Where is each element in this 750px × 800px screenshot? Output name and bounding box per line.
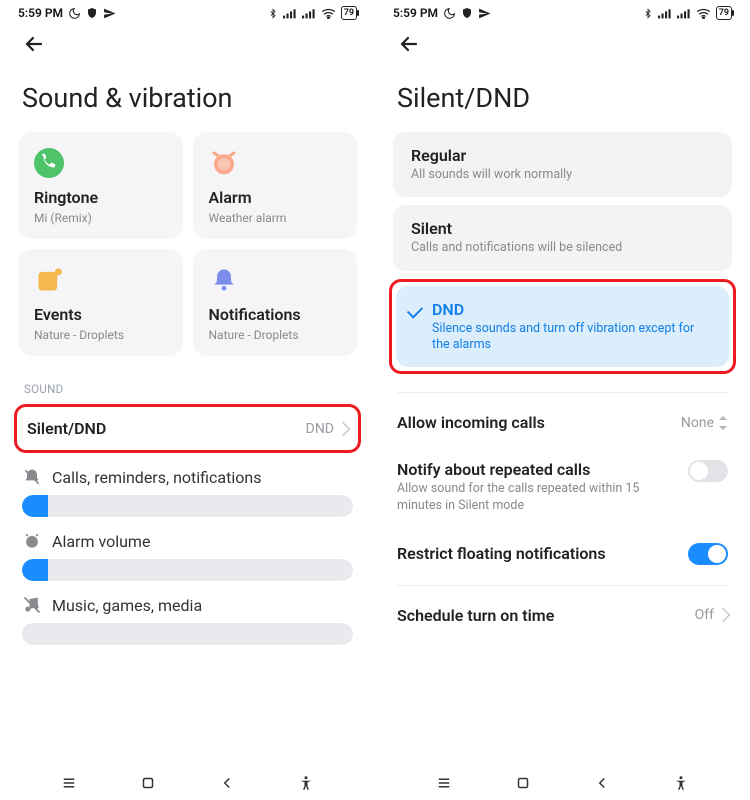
bell-mute-icon <box>22 467 42 487</box>
slider-track[interactable] <box>22 559 353 581</box>
row-restrict-floating[interactable]: Restrict floating notifications <box>375 529 750 579</box>
moon-icon <box>68 7 81 20</box>
slider-alarm[interactable]: Alarm volume <box>0 523 375 587</box>
tile-label: Alarm <box>209 188 342 207</box>
tile-notifications[interactable]: Notifications Nature - Droplets <box>193 249 358 356</box>
row-value: None <box>681 415 714 431</box>
option-title: Silent <box>411 219 714 238</box>
tile-sub: Nature - Droplets <box>209 328 342 342</box>
row-notify-repeated-calls[interactable]: Notify about repeated calls Allow sound … <box>375 446 750 529</box>
page-title: Sound & vibration <box>0 60 375 132</box>
option-title: Regular <box>411 146 714 165</box>
battery-indicator: 79 <box>341 6 357 20</box>
row-title: Silent/DND <box>27 419 106 438</box>
slider-calls[interactable]: Calls, reminders, notifications <box>0 459 375 523</box>
row-value: Off <box>695 607 714 623</box>
row-value: DND <box>306 421 334 437</box>
tile-label: Notifications <box>209 305 342 324</box>
nav-accessibility-icon[interactable] <box>297 774 315 792</box>
phone-icon <box>34 148 64 178</box>
system-nav-bar <box>375 764 750 800</box>
shield-icon <box>461 7 473 19</box>
wifi-icon <box>696 7 711 19</box>
slider-label: Music, games, media <box>52 596 202 615</box>
slider-track[interactable] <box>22 623 353 645</box>
divider <box>397 585 728 586</box>
option-regular[interactable]: Regular All sounds will work normally <box>393 132 732 197</box>
row-allow-incoming-calls[interactable]: Allow incoming calls None <box>375 399 750 446</box>
screen-silent-dnd: 5:59 PM 79 Silent/DND Regular All sounds… <box>375 0 750 800</box>
status-bar: 5:59 PM 79 <box>375 0 750 22</box>
alarm-clock-icon <box>209 148 239 178</box>
row-schedule-turn-on[interactable]: Schedule turn on time Off <box>375 592 750 639</box>
signal-icon <box>677 8 691 19</box>
nav-back-icon[interactable] <box>593 774 611 792</box>
row-sub: Allow sound for the calls repeated withi… <box>397 481 676 515</box>
dnd-mode-options: Regular All sounds will work normally Si… <box>375 132 750 374</box>
tile-events[interactable]: Events Nature - Droplets <box>18 249 183 356</box>
battery-indicator: 79 <box>716 6 732 20</box>
bluetooth-icon <box>268 7 278 20</box>
nav-home-icon[interactable] <box>514 774 532 792</box>
status-time: 5:59 PM <box>18 6 63 20</box>
chevron-right-icon <box>336 421 350 435</box>
sound-tile-grid: Ringtone Mi (Remix) Alarm Weather alarm … <box>0 132 375 356</box>
row-title: Allow incoming calls <box>397 413 545 432</box>
nav-recents-icon[interactable] <box>60 774 78 792</box>
tile-label: Ringtone <box>34 188 167 207</box>
back-icon[interactable] <box>397 32 421 56</box>
slider-label: Alarm volume <box>52 532 150 551</box>
highlight-dnd-option: DND Silence sounds and turn off vibratio… <box>389 279 736 375</box>
row-silent-dnd[interactable]: Silent/DND DND <box>17 407 358 450</box>
option-sub: Silence sounds and turn off vibration ex… <box>432 321 711 354</box>
nav-home-icon[interactable] <box>139 774 157 792</box>
option-title: DND <box>432 300 711 319</box>
shield-icon <box>86 7 98 19</box>
alarm-clock-icon <box>22 531 42 551</box>
tile-sub: Nature - Droplets <box>34 328 167 342</box>
signal-icon <box>283 8 297 19</box>
bluetooth-icon <box>643 7 653 20</box>
bell-icon <box>209 265 239 295</box>
slider-media[interactable]: Music, games, media <box>0 587 375 651</box>
row-title: Notify about repeated calls <box>397 460 676 479</box>
toggle-restrict-floating[interactable] <box>688 543 728 565</box>
tile-sub: Weather alarm <box>209 211 342 225</box>
option-sub: All sounds will work normally <box>411 167 714 183</box>
highlight-silent-dnd: Silent/DND DND <box>14 404 361 453</box>
row-title: Schedule turn on time <box>397 606 554 625</box>
system-nav-bar <box>0 764 375 800</box>
wifi-icon <box>321 7 336 19</box>
option-sub: Calls and notifications will be silenced <box>411 240 714 256</box>
tile-ringtone[interactable]: Ringtone Mi (Remix) <box>18 132 183 239</box>
screen-sound-vibration: 5:59 PM 79 Sound & vibration Ringtone Mi… <box>0 0 375 800</box>
slider-track[interactable] <box>22 495 353 517</box>
status-bar: 5:59 PM 79 <box>0 0 375 22</box>
calendar-icon <box>34 265 64 295</box>
tile-alarm[interactable]: Alarm Weather alarm <box>193 132 358 239</box>
toggle-repeated-calls[interactable] <box>688 460 728 482</box>
nav-recents-icon[interactable] <box>435 774 453 792</box>
signal-icon <box>658 8 672 19</box>
send-icon <box>103 7 116 20</box>
row-title: Restrict floating notifications <box>397 544 606 563</box>
section-label-sound: SOUND <box>0 356 375 402</box>
page-title: Silent/DND <box>375 60 750 132</box>
tile-sub: Mi (Remix) <box>34 211 167 225</box>
slider-label: Calls, reminders, notifications <box>52 468 261 487</box>
back-icon[interactable] <box>22 32 46 56</box>
nav-accessibility-icon[interactable] <box>672 774 690 792</box>
divider <box>397 392 728 393</box>
send-icon <box>478 7 491 20</box>
nav-back-icon[interactable] <box>218 774 236 792</box>
moon-icon <box>443 7 456 20</box>
chevron-right-icon <box>716 608 730 622</box>
tile-label: Events <box>34 305 167 324</box>
signal-icon <box>302 8 316 19</box>
option-dnd[interactable]: DND Silence sounds and turn off vibratio… <box>396 286 729 368</box>
option-silent[interactable]: Silent Calls and notifications will be s… <box>393 205 732 270</box>
music-mute-icon <box>22 595 42 615</box>
status-time: 5:59 PM <box>393 6 438 20</box>
up-down-icon <box>718 416 728 430</box>
